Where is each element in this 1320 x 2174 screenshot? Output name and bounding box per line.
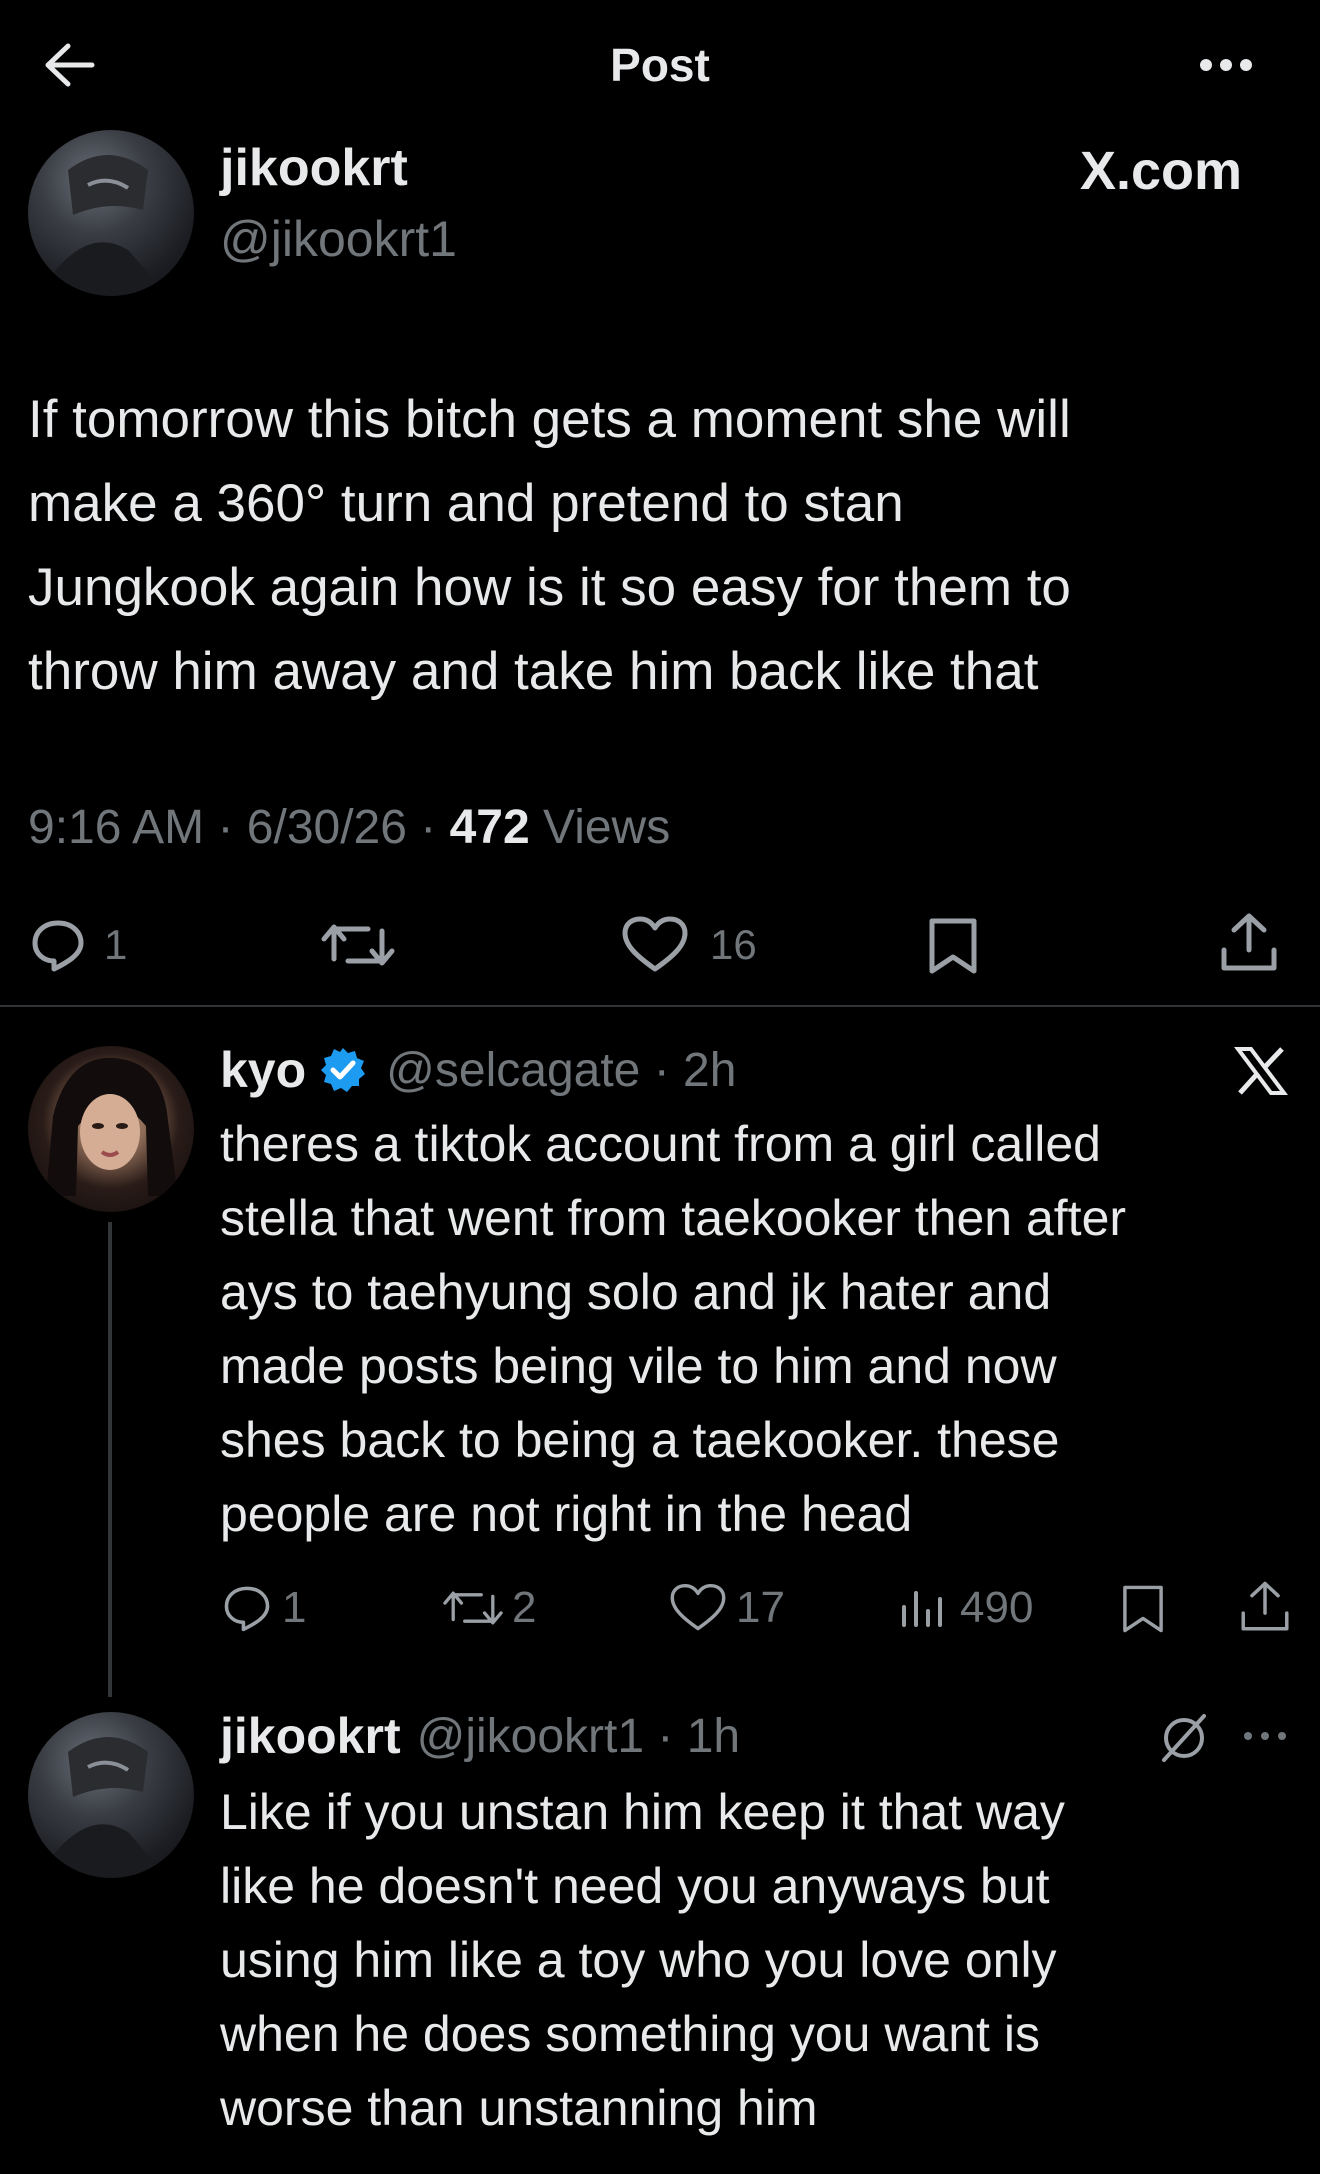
post-text: If tomorrow this bitch gets a moment she… <box>28 378 1308 714</box>
like-button[interactable]: 17 <box>668 1580 785 1636</box>
reply-count: 1 <box>282 1583 307 1632</box>
author-name[interactable]: jikookrt <box>220 1707 401 1765</box>
avatar-image <box>48 1737 168 1878</box>
reply-button[interactable]: 1 <box>30 915 127 975</box>
avatar[interactable] <box>28 1712 194 1878</box>
reply-text-line: like he doesn't need you anyways but <box>220 1858 1050 1914</box>
views-count: 472 <box>449 801 530 854</box>
reply-text-line: people are not right in the head <box>220 1486 913 1542</box>
avatar-image <box>46 1057 178 1196</box>
share-button[interactable] <box>1238 1578 1292 1636</box>
more-dots-icon <box>1200 59 1252 71</box>
repost-icon <box>321 924 395 966</box>
analytics-icon <box>902 1591 942 1627</box>
reply-header: kyo @selcagate · 2h <box>220 1040 736 1100</box>
more-options-button[interactable] <box>1240 1726 1290 1746</box>
handle-time[interactable]: @selcagate · 2h <box>386 1043 736 1098</box>
repost-button[interactable] <box>318 915 398 975</box>
reply-text-line: Like if you unstan him keep it that way <box>220 1784 1065 1840</box>
avatar[interactable] <box>28 1046 194 1212</box>
reply-text-line: made posts being vile to him and now <box>220 1338 1057 1394</box>
reply-text-line: stella that went from taekooker then aft… <box>220 1190 1127 1246</box>
post-text-line: If tomorrow this bitch gets a moment she… <box>28 390 1071 449</box>
verified-badge-icon <box>321 1048 366 1092</box>
post-date: 6/30/26 <box>246 801 407 854</box>
reply-text-line: shes back to being a taekooker. these <box>220 1412 1060 1468</box>
thread-line <box>108 1222 112 1697</box>
avatar[interactable] <box>28 130 194 296</box>
reply-icon <box>224 1586 270 1632</box>
reply-icon <box>32 920 84 972</box>
post-text-line: throw him away and take him back like th… <box>28 642 1039 701</box>
post-meta: 9:16 AM · 6/30/26 · 472 Views <box>28 800 670 855</box>
views-count: 490 <box>960 1583 1034 1632</box>
repost-button[interactable]: 2 <box>440 1580 536 1636</box>
more-dots-icon <box>1244 1732 1286 1740</box>
share-icon <box>1221 913 1277 971</box>
reply-button[interactable]: 1 <box>222 1580 306 1636</box>
reply-count: 1 <box>104 921 128 968</box>
share-icon <box>1241 1581 1289 1631</box>
divider <box>0 1005 1320 1007</box>
reply-text: Like if you unstan him keep it that way … <box>220 1775 1310 2145</box>
handle-time[interactable]: @jikookrt1 · 1h <box>417 1709 741 1764</box>
views-label: Views <box>543 801 671 854</box>
page-title: Post <box>610 39 710 91</box>
avatar-image <box>48 155 168 296</box>
reply-text-line: using him like a toy who you love only <box>220 1932 1057 1988</box>
back-button[interactable] <box>40 40 100 90</box>
share-button[interactable] <box>1218 910 1280 976</box>
post-text-line: Jungkook again how is it so easy for the… <box>28 558 1071 617</box>
heart-icon <box>670 1583 726 1631</box>
bookmark-icon <box>1123 1585 1163 1633</box>
watermark: X.com <box>1080 141 1243 201</box>
bookmark-button[interactable] <box>924 915 982 977</box>
more-options-button[interactable] <box>1196 50 1256 80</box>
separator: · <box>217 801 234 854</box>
separator: · <box>420 801 437 854</box>
repost-icon <box>443 1591 503 1625</box>
author-name[interactable]: kyo <box>220 1041 306 1099</box>
author-name[interactable]: jikookrt <box>220 138 408 198</box>
x-logo-icon <box>1234 1046 1288 1096</box>
bookmark-button[interactable] <box>1118 1582 1168 1636</box>
reply-text-line: when he does something you want is <box>220 2006 1040 2062</box>
reply-header: jikookrt @jikookrt1 · 1h <box>220 1706 740 1766</box>
like-count: 17 <box>736 1583 785 1632</box>
repost-count: 2 <box>512 1583 537 1632</box>
reply-text-line: theres a tiktok account from a girl call… <box>220 1116 1101 1172</box>
grok-icon[interactable] <box>1158 1710 1210 1764</box>
like-button[interactable]: 16 <box>620 915 757 975</box>
back-arrow-icon <box>45 43 95 87</box>
views-button[interactable]: 490 <box>898 1580 1033 1636</box>
post-time: 9:16 AM <box>28 801 205 854</box>
post-text-line: make a 360° turn and pretend to stan <box>28 474 904 533</box>
reply-text: theres a tiktok account from a girl call… <box>220 1107 1310 1551</box>
heart-icon <box>622 916 688 972</box>
like-count: 16 <box>710 921 757 968</box>
reply-text-line: worse than unstanning him <box>220 2080 818 2136</box>
author-handle[interactable]: @jikookrt1 <box>220 210 457 268</box>
reply-text-line: ays to taehyung solo and jk hater and <box>220 1264 1052 1320</box>
bookmark-icon <box>929 918 977 974</box>
